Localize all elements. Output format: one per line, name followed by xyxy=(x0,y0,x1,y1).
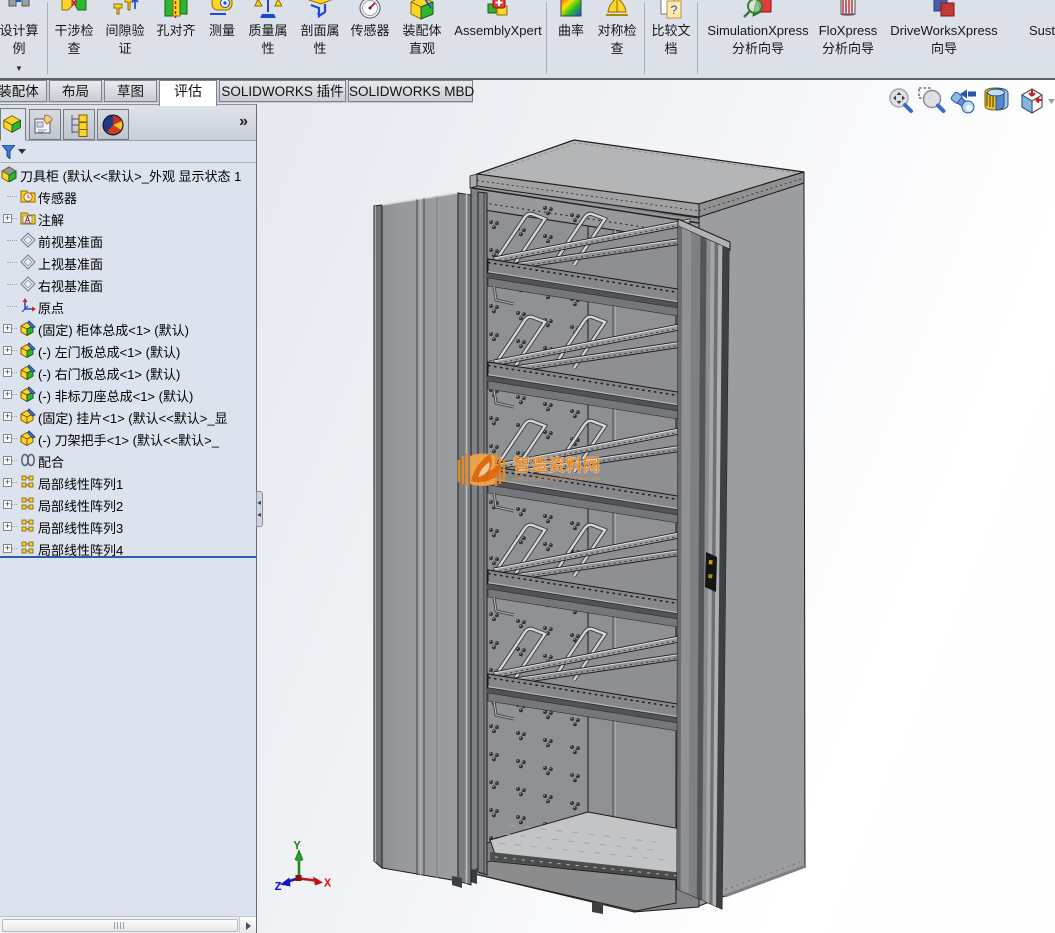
svg-text:?: ? xyxy=(671,3,678,17)
svg-text:A: A xyxy=(25,216,31,225)
svg-text:Z: Z xyxy=(275,880,282,894)
svg-text:Y: Y xyxy=(294,839,302,853)
svg-text:智造资料网: 智造资料网 xyxy=(513,455,601,475)
svg-text:INTELLIGENT MANUFACTURING DATA: INTELLIGENT MANUFACTURING DATA xyxy=(513,477,601,483)
svg-text:X: X xyxy=(324,877,332,891)
